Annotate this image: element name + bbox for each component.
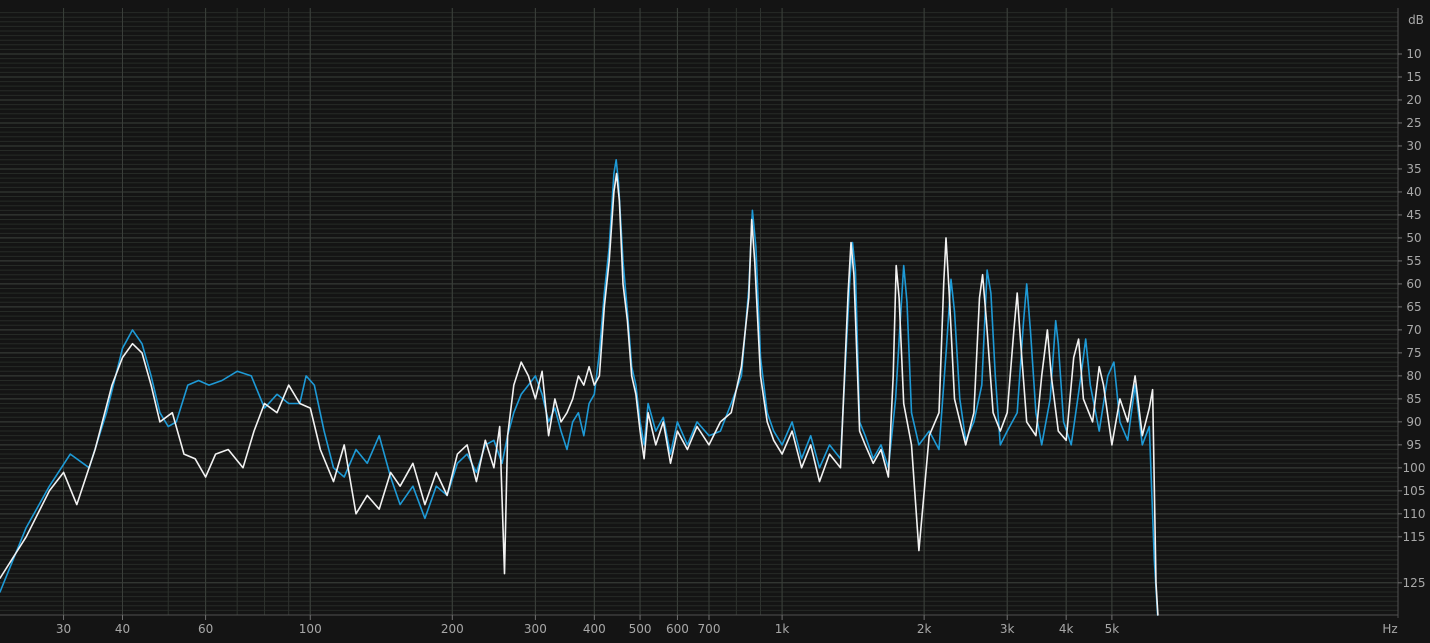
x-tick-label: 500 [629, 622, 652, 636]
y-tick-label: 100 [1403, 461, 1426, 475]
spectrum-chart: 30 40 60 100 200 300 400 500 600 700 1k 2k 3k 4k 5k 10… [0, 0, 1430, 643]
x-tick-label: 300 [524, 622, 547, 636]
chart-background [0, 0, 1430, 643]
x-tick-label: 30 [56, 622, 71, 636]
y-tick-label: 65 [1406, 300, 1421, 314]
y-tick-label: 80 [1406, 369, 1421, 383]
y-axis-unit-label: dB [1408, 13, 1424, 27]
y-tick-label: 75 [1406, 346, 1421, 360]
y-tick-label: 40 [1406, 185, 1421, 199]
y-tick-label: 50 [1406, 231, 1421, 245]
x-axis-unit-label: Hz [1382, 622, 1397, 636]
x-tick-label: 5k [1105, 622, 1120, 636]
y-tick-label: 35 [1406, 162, 1421, 176]
y-tick-label: 90 [1406, 415, 1421, 429]
x-tick-label: 400 [583, 622, 606, 636]
x-tick-label: 2k [917, 622, 932, 636]
y-tick-label: 60 [1406, 277, 1421, 291]
x-tick-label: 1k [775, 622, 790, 636]
y-tick-label: 85 [1406, 392, 1421, 406]
y-tick-label: 25 [1406, 116, 1421, 130]
y-tick-label: 110 [1403, 507, 1426, 521]
x-tick-label: 700 [698, 622, 721, 636]
y-tick-label: 70 [1406, 323, 1421, 337]
y-tick-label: 95 [1406, 438, 1421, 452]
y-tick-label: 15 [1406, 70, 1421, 84]
y-tick-label: 30 [1406, 139, 1421, 153]
y-tick-label: 45 [1406, 208, 1421, 222]
x-tick-label: 200 [441, 622, 464, 636]
y-tick-label: 115 [1403, 530, 1426, 544]
y-tick-label: 105 [1403, 484, 1426, 498]
x-tick-label: 100 [299, 622, 322, 636]
x-tick-label: 3k [1000, 622, 1015, 636]
x-tick-label: 40 [115, 622, 130, 636]
x-tick-label: 600 [666, 622, 689, 636]
y-tick-label: 20 [1406, 93, 1421, 107]
y-tick-label: 125 [1403, 576, 1426, 590]
y-tick-label: 55 [1406, 254, 1421, 268]
x-tick-label: 60 [198, 622, 213, 636]
x-tick-label: 4k [1059, 622, 1074, 636]
y-tick-label: 10 [1406, 47, 1421, 61]
